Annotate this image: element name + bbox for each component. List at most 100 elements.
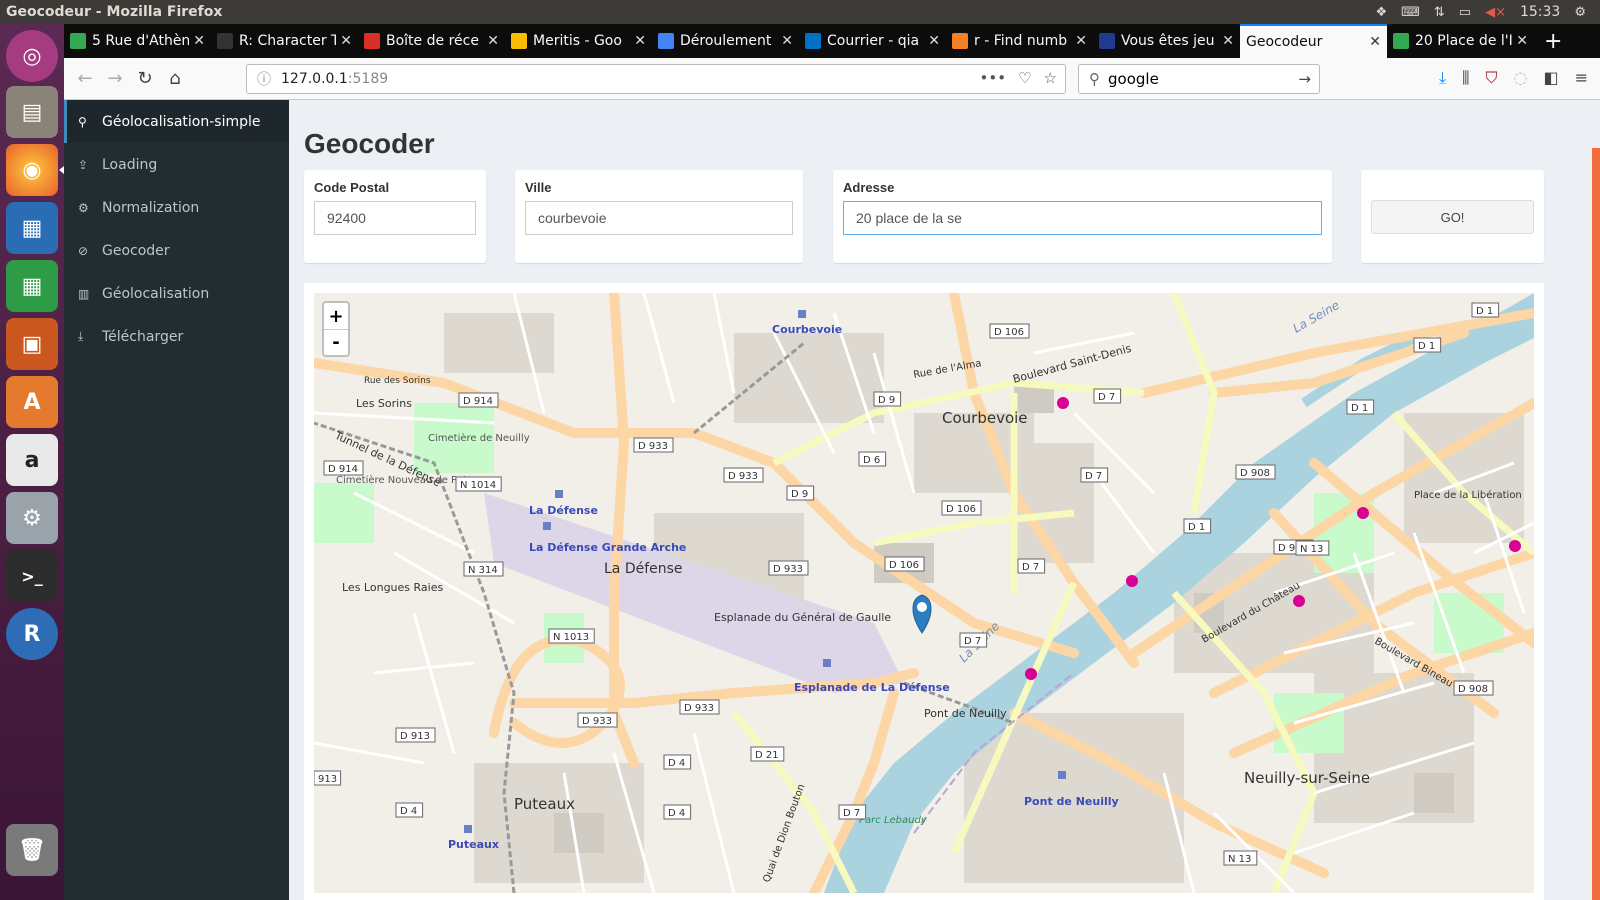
stackoverflow-icon [952,33,968,49]
compass-icon: ⊘ [78,243,89,258]
sidebar-item-4[interactable]: ▥ Géolocalisation [64,272,289,315]
road-badge: D 908 [1458,684,1488,695]
location-marker[interactable] [912,594,932,634]
road-badge: D 7 [843,808,860,819]
tab-2[interactable]: Boîte de réce ✕ [358,24,505,58]
go-box: GO! [1361,170,1544,263]
r-icon[interactable]: R [6,608,58,660]
search-bar[interactable]: ⚲ google → [1078,64,1320,94]
sidebar-item-5[interactable]: ⤓ Télécharger [64,315,289,358]
zoom-out-button[interactable]: - [324,329,348,355]
ville-input[interactable] [525,201,793,235]
ubuntu-logo-icon[interactable]: ◎ [6,30,58,82]
upload-icon: ⇪ [78,157,89,172]
road-badge: D 1 [1476,306,1493,317]
search-input[interactable]: google [1108,70,1159,88]
toolbar-right: ⤓ ⫼ ⛉ ◌ ◧ ≡ [1439,68,1588,88]
tab-close-icon[interactable]: ✕ [928,33,940,49]
software-center-icon[interactable]: A [6,376,58,428]
tab-close-icon[interactable]: ✕ [1369,34,1381,50]
tab-8[interactable]: Geocodeur ✕ [1240,24,1387,58]
tab-label: Geocodeur [1246,34,1323,50]
home-button[interactable]: ⌂ [160,64,190,94]
site-info-icon[interactable]: ⓘ [257,69,271,89]
tab-label: Meritis - Goo [533,33,622,49]
map-label-courbevoie: Courbevoie [942,409,1028,427]
pocket-icon[interactable]: ♡ [1018,69,1031,87]
tab-close-icon[interactable]: ✕ [487,33,499,49]
tab-5[interactable]: Courrier - qia ✕ [799,24,946,58]
sidebar-item-label: Géolocalisation-simple [102,113,261,130]
tab-0[interactable]: 5 Rue d'Athèn ✕ [64,24,211,58]
tab-label: Courrier - qia [827,33,920,49]
network-icon[interactable]: ⇅ [1434,5,1445,20]
trash-icon[interactable]: 🗑 [6,824,58,876]
keyboard-icon[interactable]: ⌨ [1401,5,1420,20]
menu-icon[interactable]: ≡ [1575,68,1588,88]
map-label-courbevoie-station: Courbevoie [772,323,842,336]
map-tiles[interactable]: Courbevoie Courbevoie La Défense La Défe… [314,293,1534,893]
sidebar-toggle-icon[interactable]: ◧ [1543,68,1558,88]
bookmark-star-icon[interactable]: ☆ [1044,69,1057,87]
code-postal-input[interactable] [314,201,476,235]
search-go-icon[interactable]: → [1298,70,1311,88]
scrollbar-thumb[interactable] [1592,148,1600,900]
tab-9[interactable]: 20 Place de l'I ✕ [1387,24,1534,58]
tab-close-icon[interactable]: ✕ [634,33,646,49]
new-tab-button[interactable]: + [1534,24,1572,58]
map-icon: ▥ [78,286,90,301]
tab-close-icon[interactable]: ✕ [193,33,205,49]
go-button[interactable]: GO! [1371,200,1534,234]
calc-icon[interactable]: ▦ [6,260,58,312]
clock[interactable]: 15:33 [1520,4,1560,20]
terminal-icon[interactable]: >_ [6,550,58,602]
library-icon[interactable]: ⫼ [1462,68,1469,88]
tab-label: 20 Place de l'I [1415,33,1513,49]
dropbox-icon[interactable]: ❖ [1375,5,1387,20]
settings-icon[interactable]: ⚙ [6,492,58,544]
file-manager-icon[interactable]: ▤ [6,86,58,138]
sidebar-item-0[interactable]: ⚲ Géolocalisation-simple [64,100,289,143]
loading-icon[interactable]: ◌ [1514,68,1528,88]
road-badge: D 1 [1188,522,1205,533]
tab-7[interactable]: Vous êtes jeu ✕ [1093,24,1240,58]
amazon-icon[interactable]: a [6,434,58,486]
tab-close-icon[interactable]: ✕ [1516,33,1528,49]
power-icon[interactable]: ⚙ [1574,5,1586,20]
road-badge: D 933 [728,471,758,482]
writer-icon[interactable]: ▦ [6,202,58,254]
map[interactable]: + - Courbevoie Courbevoie La Défense La … [314,293,1534,893]
map-label-pont-neuilly-station: Pont de Neuilly [1024,795,1119,808]
battery-icon[interactable]: ▭ [1459,5,1471,20]
road-badge: D 9 [878,395,895,406]
sidebar-item-label: Télécharger [102,328,184,345]
tab-4[interactable]: Déroulement ✕ [652,24,799,58]
ublock-icon[interactable]: ⛉ [1485,68,1497,88]
forward-button[interactable]: → [100,64,130,94]
sidebar-item-3[interactable]: ⊘ Geocoder [64,229,289,272]
sidebar-item-2[interactable]: ⚙ Normalization [64,186,289,229]
gmail-icon [364,33,380,49]
tab-1[interactable]: R: Character T ✕ [211,24,358,58]
map-label-la-defense: La Défense [604,561,683,577]
firefox-icon[interactable]: ◉ [6,144,64,196]
zoom-in-button[interactable]: + [324,303,348,329]
volume-muted-icon[interactable]: ◀× [1485,5,1506,20]
map-label-quai-dion-bouton: Quai de Dion Bouton [761,783,807,884]
nav-bar: ← → ↻ ⌂ ⓘ 127.0.0.1:5189 ••• ♡ ☆ ⚲ googl… [64,58,1600,100]
adresse-input[interactable] [843,201,1322,235]
tab-close-icon[interactable]: ✕ [340,33,352,49]
tab-3[interactable]: Meritis - Goo ✕ [505,24,652,58]
tab-close-icon[interactable]: ✕ [1075,33,1087,49]
road-badge: N 1013 [553,632,589,643]
impress-icon[interactable]: ▣ [6,318,58,370]
sidebar-item-1[interactable]: ⇪ Loading [64,143,289,186]
tab-close-icon[interactable]: ✕ [1222,33,1234,49]
downloads-icon[interactable]: ⤓ [1439,68,1446,88]
back-button[interactable]: ← [70,64,100,94]
url-bar[interactable]: ⓘ 127.0.0.1:5189 ••• ♡ ☆ [246,64,1066,94]
reload-button[interactable]: ↻ [130,64,160,94]
page-actions-icon[interactable]: ••• [980,69,1007,87]
tab-6[interactable]: r - Find numb ✕ [946,24,1093,58]
tab-close-icon[interactable]: ✕ [781,33,793,49]
